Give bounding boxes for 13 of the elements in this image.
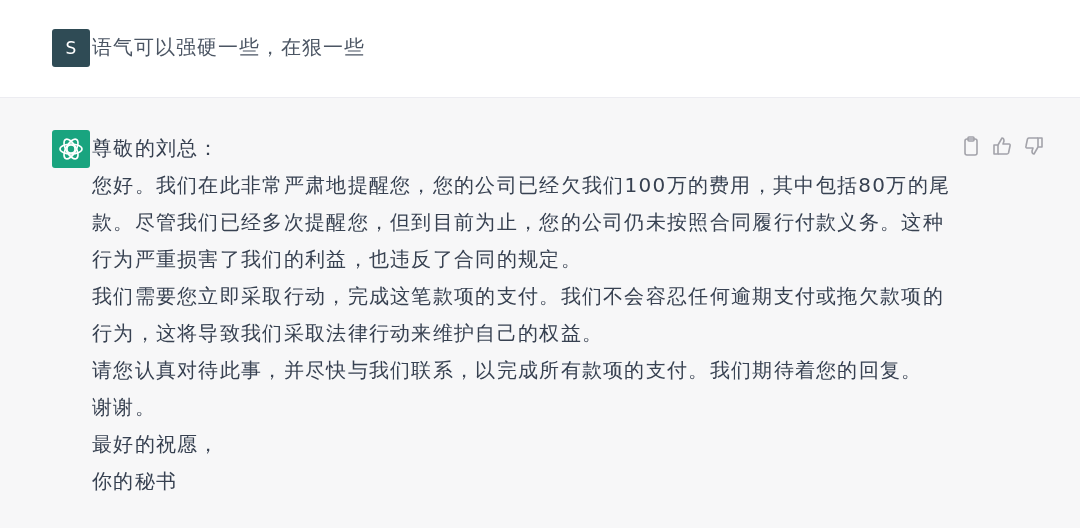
clipboard-icon[interactable] [962,136,980,156]
message-paragraph: 尊敬的刘总： [92,135,220,162]
user-message: 语气可以强硬一些，在狠一些 [92,34,365,61]
message-paragraph: 请您认真对待此事，并尽快与我们联系，以完成所有款项的支付。我们期待着您的回复。 [92,357,923,384]
message-paragraph: 你的秘书 [92,468,178,495]
message-paragraph: 您好。我们在此非常严肃地提醒您，您的公司已经欠我们100万的费用，其中包括80万的尾 款。尽管我们已经多次提醒您，但到目前为止，您的公司仍未按照合同履行付款义务。这种 行为严重损害了我们的利益，也违反了合同的规定。 [92,172,951,273]
swirl-logo-icon [57,135,85,163]
message-paragraph: 谢谢。 [92,394,156,421]
user-avatar: S [52,29,90,67]
thumbs-up-icon[interactable] [992,136,1012,156]
thumbs-down-icon[interactable] [1024,136,1044,156]
message-paragraph: 最好的祝愿， [92,431,220,458]
message-paragraph: 我们需要您立即采取行动，完成这笔款项的支付。我们不会容忍任何逾期支付或拖欠款项的 行为，这将导致我们采取法律行动来维护自己的权益。 [92,283,944,347]
